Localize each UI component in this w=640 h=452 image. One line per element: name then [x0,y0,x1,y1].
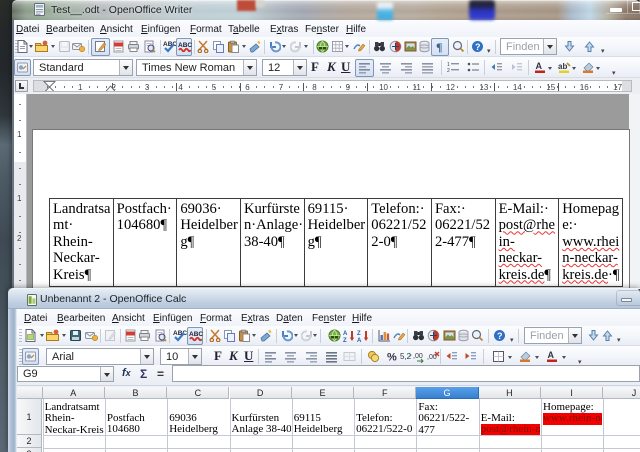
svg-text:A: A [343,331,348,337]
svg-text:ABC: ABC [163,41,177,48]
svg-text:%: % [387,352,397,364]
svg-text:ab: ab [558,62,567,71]
svg-text:2: 2 [447,68,450,74]
svg-text:A: A [548,350,555,360]
svg-text:A: A [357,338,362,342]
svg-text:¶: ¶ [436,40,442,53]
svg-text:?: ? [497,331,503,341]
svg-text:Z: Z [357,331,361,337]
svg-text:ABC: ABC [173,330,187,337]
svg-text:A: A [536,61,543,71]
svg-text:Z: Z [343,338,347,342]
svg-text:?: ? [475,42,481,52]
